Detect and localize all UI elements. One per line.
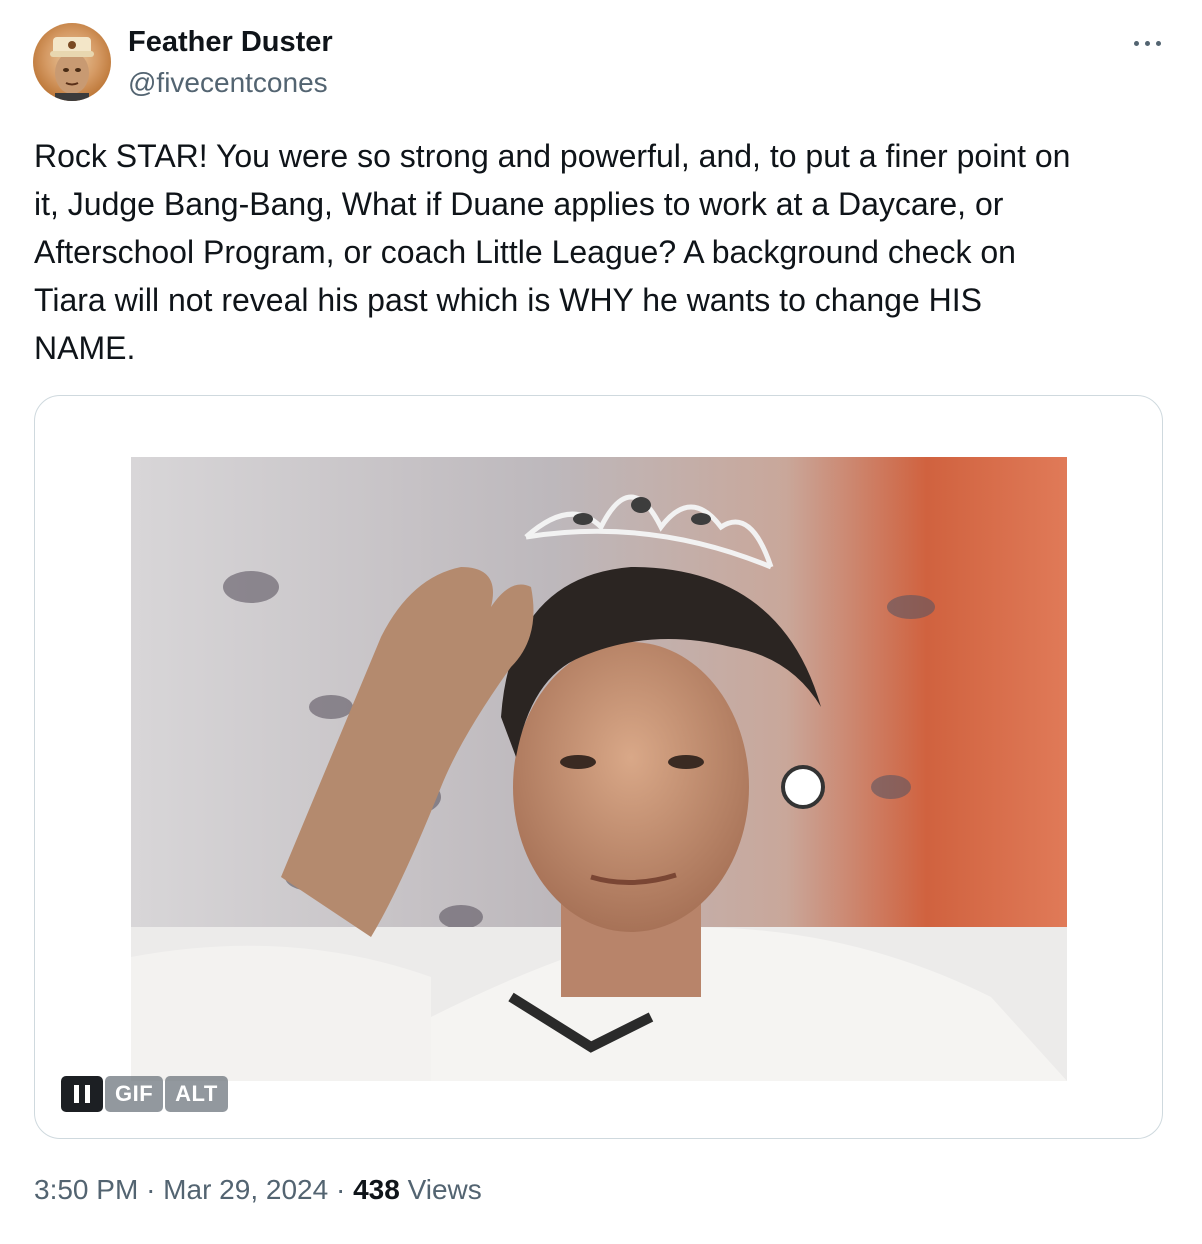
gif-image[interactable]: [131, 457, 1067, 1081]
media-container[interactable]: GIF ALT: [34, 395, 1163, 1139]
author-name[interactable]: Feather Duster: [128, 26, 333, 59]
alt-text-button[interactable]: ALT: [165, 1076, 228, 1112]
avatar-image: [50, 37, 94, 101]
meta-separator: ·: [335, 1174, 346, 1205]
avatar[interactable]: [33, 23, 111, 101]
tweet: Feather Duster @fivecentcones Rock STAR!…: [0, 0, 1202, 1244]
pause-button[interactable]: [61, 1076, 103, 1112]
ellipsis-icon: [1133, 40, 1139, 46]
pause-icon-bar: [85, 1085, 90, 1103]
more-options-button[interactable]: [1124, 28, 1170, 58]
views-count[interactable]: 438: [353, 1174, 400, 1205]
pause-icon: [74, 1085, 79, 1103]
meta-separator: ·: [146, 1174, 156, 1205]
gif-badge: GIF: [105, 1076, 164, 1112]
timestamp-date[interactable]: Mar 29, 2024: [163, 1174, 328, 1205]
tweet-text: Rock STAR! You were so strong and powerf…: [34, 138, 1071, 366]
ellipsis-dot: [1144, 40, 1150, 46]
media-controls: GIF ALT: [61, 1076, 228, 1112]
timestamp-time[interactable]: 3:50 PM: [34, 1174, 138, 1205]
ellipsis-dot: [1155, 40, 1161, 46]
author-handle[interactable]: @fivecentcones: [128, 67, 328, 99]
tweet-meta: 3:50 PM · Mar 29, 2024 · 438 Views: [34, 1174, 482, 1206]
views-label: Views: [407, 1174, 482, 1205]
